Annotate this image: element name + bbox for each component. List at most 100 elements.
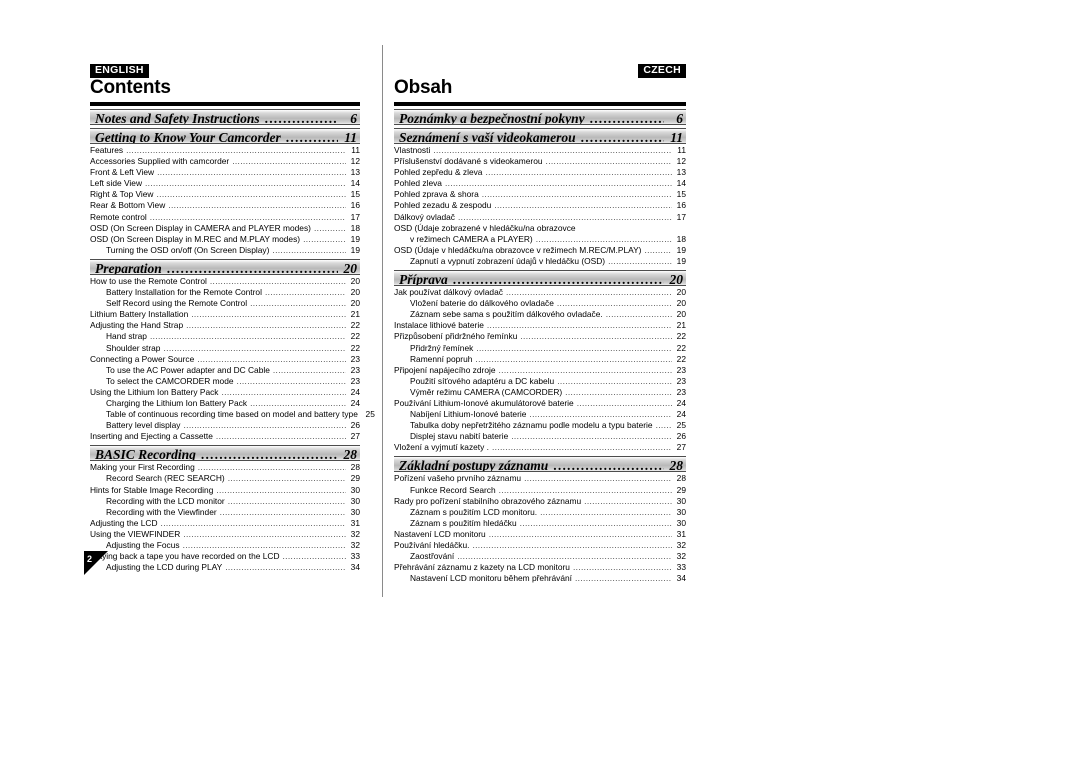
toc-entry[interactable]: Pohled zprava & shora...................… [394, 189, 686, 200]
section-header-poznamky-a-bezpecnostni-pokyny[interactable]: Poznámky a bezpečnostní pokyny..........… [394, 109, 686, 125]
toc-entry[interactable]: Remote control..........................… [90, 212, 360, 223]
toc-entry[interactable]: Přehrávání záznamu z kazety na LCD monit… [394, 562, 686, 573]
toc-entry[interactable]: Battery Installation for the Remote Cont… [90, 287, 360, 298]
section-header-zakladni-postupy-zaznamu[interactable]: Základní postupy záznamu................… [394, 456, 686, 473]
toc-entry[interactable]: Nastavení LCD monitoru..................… [394, 529, 686, 540]
toc-entry[interactable]: Displej stavu nabití baterie............… [394, 431, 686, 442]
toc-entry[interactable]: Rear & Bottom View......................… [90, 200, 360, 211]
toc-entry[interactable]: Použití síťového adaptéru a DC kabelu...… [394, 376, 686, 387]
toc-entry[interactable]: Pohled zepředu & zleva..................… [394, 167, 686, 178]
toc-entry[interactable]: Recording with the Viewfinder...........… [90, 507, 360, 518]
toc-entry[interactable]: Vložení a vyjmutí kazety ...............… [394, 442, 686, 453]
toc-entry[interactable]: Hand strap..............................… [90, 331, 360, 342]
toc-entry[interactable]: Charging the Lithium Ion Battery Pack...… [90, 398, 360, 409]
toc-entry[interactable]: Pořízení vašeho prvního záznamu.........… [394, 473, 686, 484]
section-title: Seznámení s vaší videokamerou [399, 130, 576, 144]
toc-entry[interactable]: Making your First Recording.............… [90, 462, 360, 473]
toc-entry[interactable]: Features................................… [90, 145, 360, 156]
leader-dots: ........................................… [227, 495, 346, 506]
toc-entry[interactable]: Zaostřování.............................… [394, 551, 686, 562]
toc-entry[interactable]: Using the Lithium Ion Battery Pack......… [90, 387, 360, 398]
leader-dots: ........................................… [553, 458, 664, 473]
toc-entry[interactable]: Záznam sebe sama s použitím dálkového ov… [394, 309, 686, 320]
toc-entry[interactable]: Používání hledáčku......................… [394, 540, 686, 551]
toc-entry[interactable]: Záznam s použitím LCD monitoru..........… [394, 507, 686, 518]
toc-entry[interactable]: Záznam s použitím hledáčku..............… [394, 518, 686, 529]
toc-entry[interactable]: Přizpůsobení přidržného řemínku.........… [394, 331, 686, 342]
toc-entry[interactable]: Přidržný řemínek........................… [394, 343, 686, 354]
toc-entry[interactable]: Tabulka doby nepřetržitého záznamu podle… [394, 420, 686, 431]
section-header-preparation[interactable]: Preparation.............................… [90, 258, 360, 275]
toc-entry[interactable]: Left side View..........................… [90, 178, 360, 189]
section-header-notes-and-safety-instructions[interactable]: Notes and Safety Instructions...........… [90, 109, 360, 125]
toc-entry-page-number: 22 [676, 331, 686, 342]
toc-entry[interactable]: Lithium Battery Installation............… [90, 309, 360, 320]
toc-entry-page-number: 19 [676, 244, 686, 255]
toc-entry[interactable]: Self Record using the Remote Control....… [90, 298, 360, 309]
toc-entry[interactable]: Front & Left View.......................… [90, 167, 360, 178]
toc-entry[interactable]: Adjusting the Hand Strap................… [90, 320, 360, 331]
section-header-basic-recording[interactable]: BASIC Recording.........................… [90, 445, 360, 462]
toc-entry[interactable]: Shoulder strap..........................… [90, 343, 360, 354]
toc-entry-label: Nabíjení Lithium-Ionové baterie [410, 409, 527, 420]
toc-entry[interactable]: Connecting a Power Source...............… [90, 354, 360, 365]
section-header-priprava[interactable]: Příprava................................… [394, 270, 686, 287]
toc-entry[interactable]: Adjusting the LCD.......................… [90, 518, 360, 529]
toc-entry[interactable]: Zapnutí a vypnutí zobrazení údajů v hled… [394, 256, 686, 267]
toc-entry[interactable]: Accessories Supplied with camcorder.....… [90, 156, 360, 167]
toc-entry[interactable]: OSD (Údaje v hledáčku/na obrazovce v rež… [394, 245, 686, 256]
toc-entry[interactable]: Hints for Stable Image Recording........… [90, 485, 360, 496]
toc-entry[interactable]: Rady pro pořízení stabilního obrazového … [394, 496, 686, 507]
toc-entry[interactable]: Vlastnosti..............................… [394, 145, 686, 156]
toc-entry-page-number: 22 [676, 342, 686, 353]
toc-entry[interactable]: Right & Top View........................… [90, 189, 360, 200]
toc-entry[interactable]: Instalace lithiové baterie..............… [394, 320, 686, 331]
toc-entry[interactable]: Playing back a tape you have recorded on… [90, 551, 360, 562]
toc-entry[interactable]: Using the VIEWFINDER....................… [90, 529, 360, 540]
leader-dots: ........................................… [225, 562, 346, 573]
toc-entry[interactable]: Nabíjení Lithium-Ionové baterie.........… [394, 409, 686, 420]
toc-entry[interactable]: Battery level display...................… [90, 420, 360, 431]
section-title: Základní postupy záznamu [399, 458, 549, 473]
toc-entry[interactable]: Připojení napájecího zdroje.............… [394, 365, 686, 376]
toc-entry-page-number: 32 [676, 551, 686, 562]
toc-entry[interactable]: Ramenní popruh..........................… [394, 354, 686, 365]
toc-entry[interactable]: Recording with the LCD monitor..........… [90, 496, 360, 507]
toc-entry[interactable]: Adjusting the Focus.....................… [90, 540, 360, 551]
toc-entry[interactable]: Dálkový ovladač.........................… [394, 212, 686, 223]
toc-entry[interactable]: Pohled zezadu & zespodu.................… [394, 200, 686, 211]
toc-entry[interactable]: Vložení baterie do dálkového ovladače...… [394, 298, 686, 309]
toc-entry[interactable]: Výměr režimu CAMERA (CAMCORDER).........… [394, 387, 686, 398]
toc-entry[interactable]: v režimech CAMERA a PLAYER).............… [394, 234, 686, 245]
toc-entry[interactable]: Funkce Record Search....................… [394, 485, 686, 496]
toc-entry-page-number: 29 [350, 473, 360, 484]
toc-entry[interactable]: Používání Lithium-Ionové akumulátorové b… [394, 398, 686, 409]
toc-entry[interactable]: OSD (Údaje zobrazené v hledáčku/na obraz… [394, 223, 686, 234]
toc-entry[interactable]: How to use the Remote Control...........… [90, 276, 360, 287]
toc-entry[interactable]: Jak používat dálkový ovladač............… [394, 287, 686, 298]
toc-entry[interactable]: To use the AC Power adapter and DC Cable… [90, 365, 360, 376]
section-header-getting-to-know-your-camcorder[interactable]: Getting to Know Your Camcorder..........… [90, 128, 360, 144]
toc-entry-page-number: 30 [350, 495, 360, 506]
leader-dots: ........................................… [221, 386, 346, 397]
leader-dots: ........................................… [149, 211, 346, 222]
toc-entry[interactable]: OSD (On Screen Display in CAMERA and PLA… [90, 223, 360, 234]
toc-entry-label: Rear & Bottom View [90, 200, 166, 211]
toc-entry[interactable]: To select the CAMCORDER mode............… [90, 376, 360, 387]
toc-entry[interactable]: OSD (On Screen Display in M.REC and M.PL… [90, 234, 360, 245]
toc-entry[interactable]: Turning the OSD on/off (On Screen Displa… [90, 245, 360, 256]
toc-entry-page-number: 11 [677, 145, 686, 155]
toc-entry[interactable]: Příslušenství dodávané s videokamerou...… [394, 156, 686, 167]
toc-entry[interactable]: Record Search (REC SEARCH)..............… [90, 473, 360, 484]
toc-entry[interactable]: Table of continuous recording time based… [90, 409, 375, 420]
toc-entry[interactable]: Nastavení LCD monitoru během přehrávání.… [394, 573, 686, 584]
toc-entry[interactable]: Adjusting the LCD during PLAY...........… [90, 562, 360, 573]
section-header-seznameni-s-vasi-videokamerou[interactable]: Seznámení s vaší videokamerou...........… [394, 128, 686, 144]
toc-entry-label: Hints for Stable Image Recording [90, 484, 214, 495]
toc-entry-label: Displej stavu nabití baterie [410, 431, 509, 442]
leader-dots: ........................................… [576, 397, 672, 408]
toc-entry[interactable]: Inserting and Ejecting a Cassette.......… [90, 431, 360, 442]
toc-entry[interactable]: Pohled zleva............................… [394, 178, 686, 189]
section-page-number: 6 [676, 111, 683, 125]
leader-dots: ........................................… [186, 320, 346, 331]
